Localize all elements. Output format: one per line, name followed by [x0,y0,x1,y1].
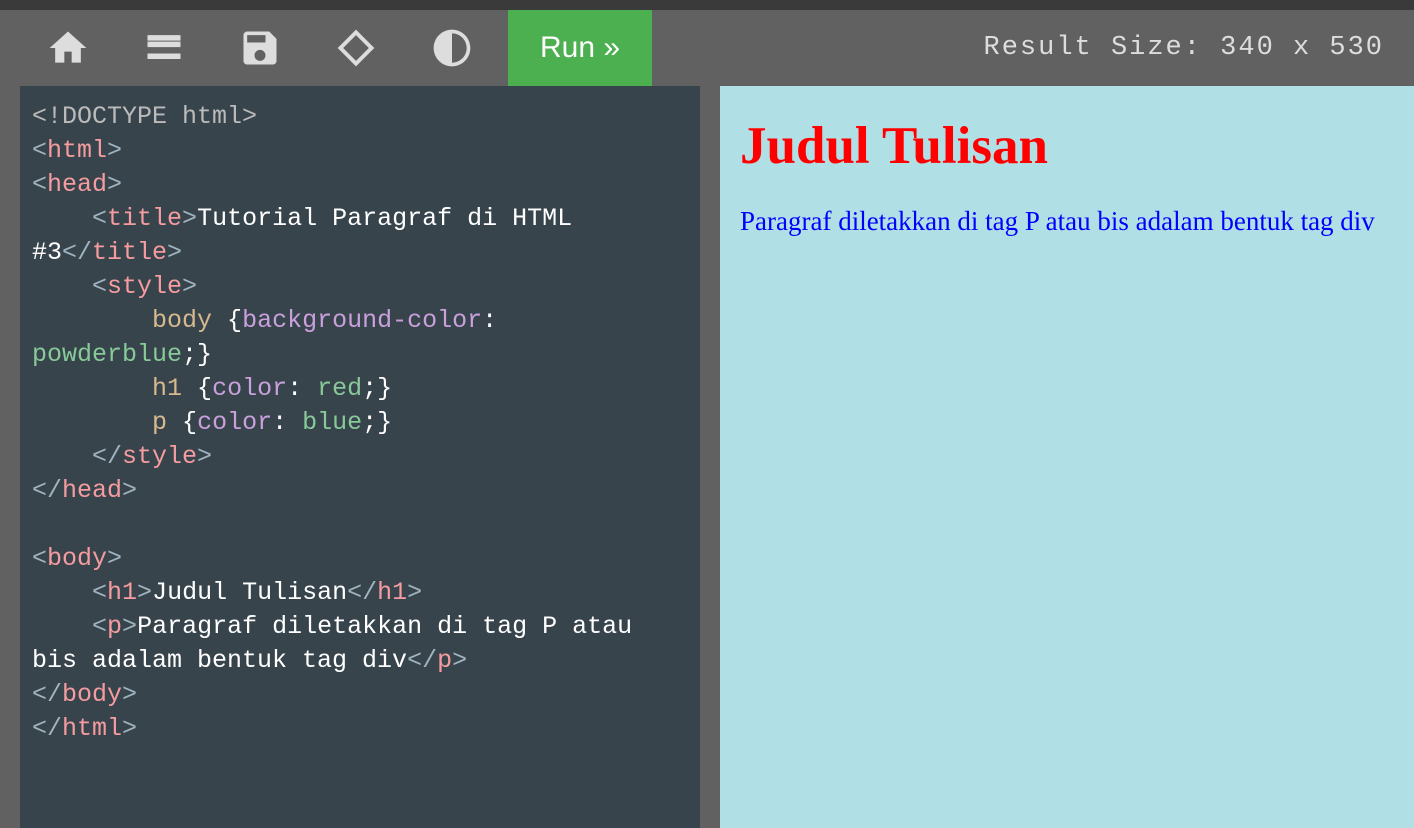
editor-panel: <!DOCTYPE html> <html> <head> <title>Tut… [0,86,700,828]
rotate-icon [334,26,378,70]
menu-button[interactable] [116,10,212,86]
theme-button[interactable] [404,10,500,86]
toolbar-left: Run » [20,10,652,86]
home-button[interactable] [20,10,116,86]
save-button[interactable] [212,10,308,86]
toolbar: Run » Result Size: 340 x 530 [0,10,1414,86]
menu-icon [142,26,186,70]
result-size-height: 530 [1329,33,1384,63]
main-area: <!DOCTYPE html> <html> <head> <title>Tut… [0,86,1414,828]
result-size-width: 340 [1220,33,1275,63]
save-icon [238,26,282,70]
rotate-button[interactable] [308,10,404,86]
result-frame: Judul Tulisan Paragraf diletakkan di tag… [720,86,1414,828]
run-button-label: Run » [540,31,620,65]
window-top-strip [0,0,1414,10]
result-panel: Judul Tulisan Paragraf diletakkan di tag… [700,86,1414,828]
result-heading: Judul Tulisan [740,116,1394,176]
code-doctype: <!DOCTYPE html> [32,102,257,131]
result-size-display: Result Size: 340 x 530 [984,33,1394,63]
run-button[interactable]: Run » [508,10,652,86]
code-editor[interactable]: <!DOCTYPE html> <html> <head> <title>Tut… [20,86,700,828]
result-size-label: Result Size: [984,33,1202,63]
result-paragraph: Paragraf diletakkan di tag P atau bis ad… [740,204,1394,239]
home-icon [46,26,90,70]
contrast-icon [430,26,474,70]
result-size-sep: x [1293,33,1311,63]
